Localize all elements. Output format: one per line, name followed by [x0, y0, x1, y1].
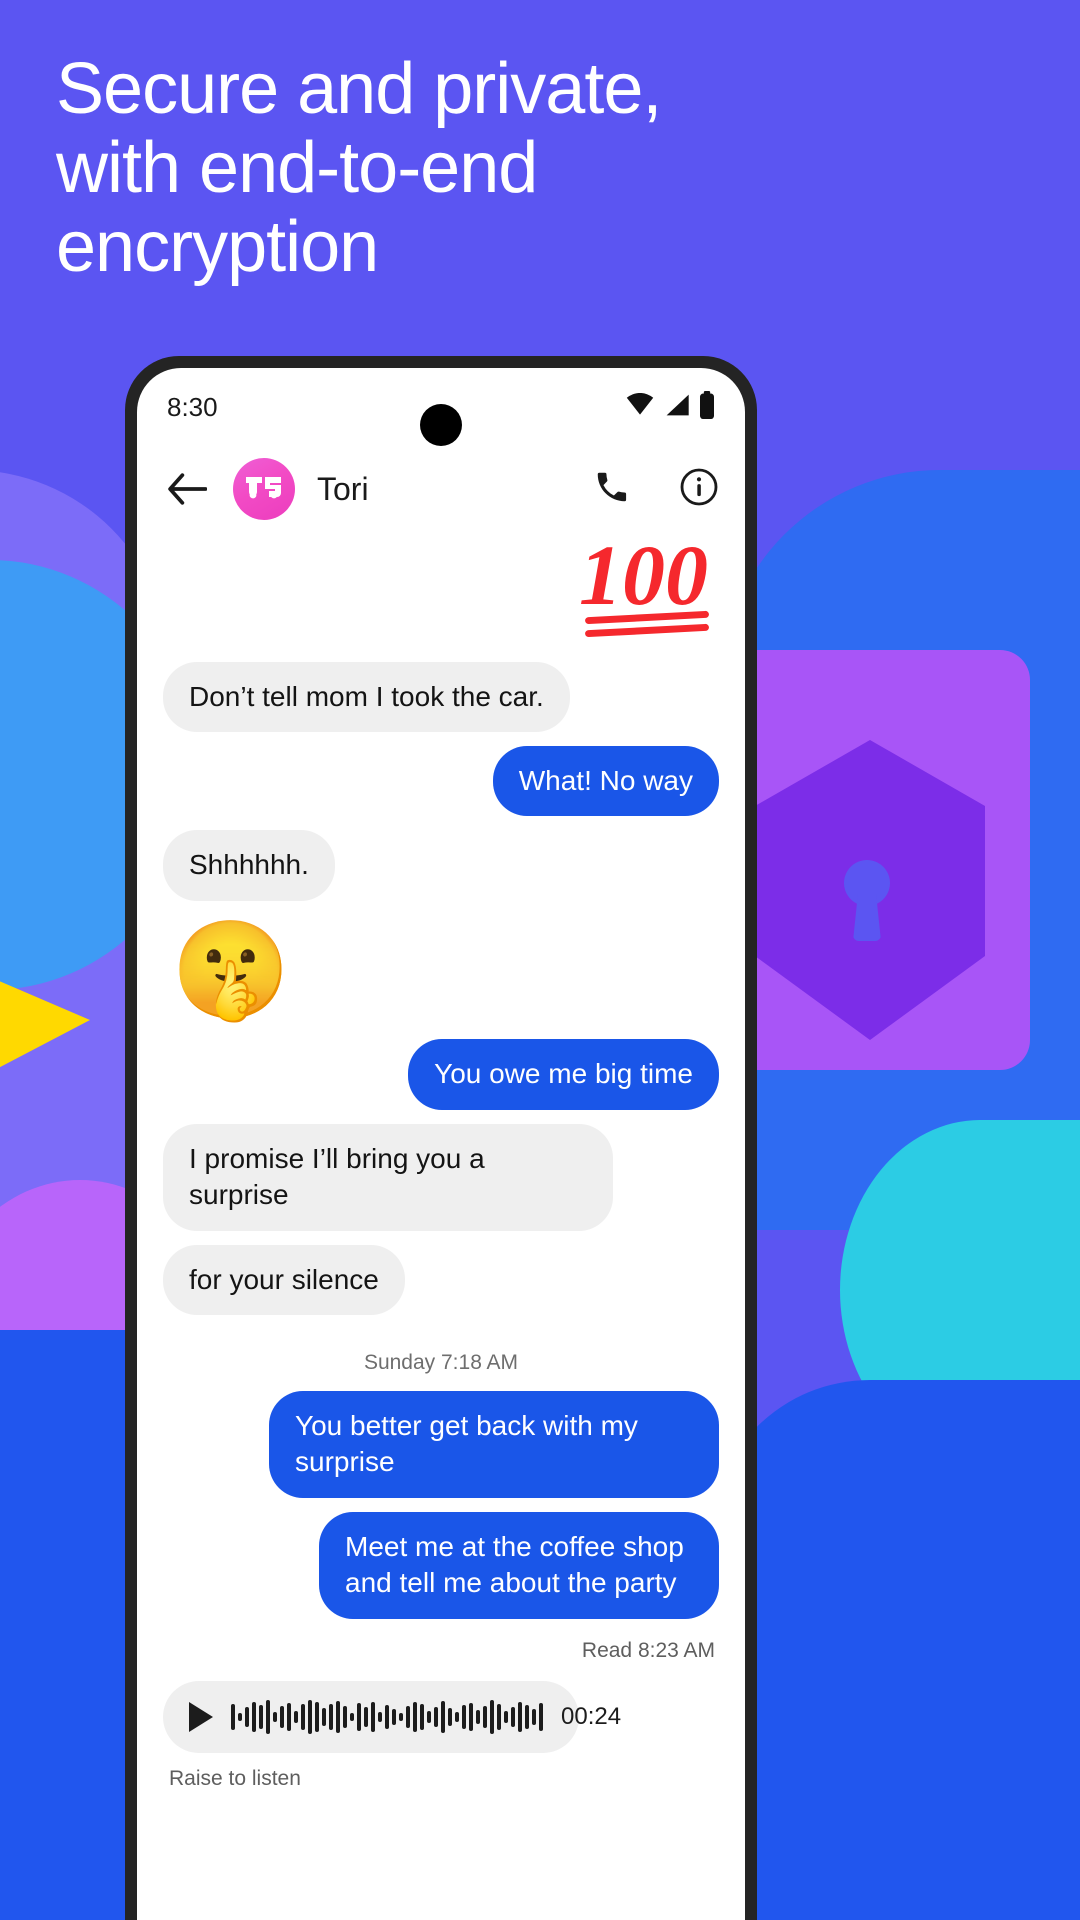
- message-bubble-received: Don’t tell mom I took the car.: [163, 661, 570, 732]
- message-row[interactable]: I promise I’ll bring you a surprise: [163, 1123, 719, 1231]
- avatar-monogram-icon: [246, 477, 281, 499]
- phone-icon[interactable]: [593, 468, 631, 511]
- message-bubble-sent: You owe me big time: [408, 1039, 719, 1110]
- conversation-header: Tori: [137, 446, 745, 532]
- message-row[interactable]: Meet me at the coffee shop and tell me a…: [163, 1511, 719, 1619]
- message-row[interactable]: for your silence: [163, 1244, 719, 1316]
- message-bubble-received: I promise I’ll bring you a surprise: [163, 1123, 613, 1231]
- back-arrow-icon: [168, 473, 207, 505]
- page-title: Secure and private, with end-to-end encr…: [56, 49, 662, 288]
- voice-duration: 00:24: [561, 1702, 622, 1730]
- raise-to-listen-hint: Raise to listen: [169, 1766, 301, 1790]
- svg-text:100: 100: [579, 532, 708, 623]
- message-row[interactable]: Don’t tell mom I took the car.: [163, 661, 719, 732]
- info-icon[interactable]: [679, 467, 719, 512]
- phone-screen: 8:30 Tori 100 Don’t tell mom I took the …: [137, 368, 745, 1920]
- message-row[interactable]: You better get back with my surprise: [163, 1391, 719, 1498]
- avatar[interactable]: [233, 458, 295, 520]
- play-button[interactable]: [189, 1701, 213, 1732]
- message-row[interactable]: What! No way: [163, 745, 719, 817]
- hundred-points-emoji: 100: [579, 527, 719, 658]
- header-actions: [593, 467, 719, 512]
- timestamp-divider: Sunday 7:18 AM: [363, 1351, 519, 1375]
- shushing-face-emoji: 🤫: [171, 916, 291, 1024]
- voice-message-player[interactable]: 00:24: [163, 1680, 621, 1753]
- status-time: 8:30: [167, 391, 218, 422]
- voice-message-row[interactable]: 00:24: [163, 1680, 719, 1753]
- message-row[interactable]: You owe me big time: [163, 1039, 719, 1110]
- wifi-icon: [625, 392, 655, 422]
- read-receipt: Read 8:23 AM: [581, 1638, 715, 1662]
- message-row[interactable]: 🤫: [171, 916, 719, 1024]
- status-bar: 8:30: [137, 368, 745, 446]
- cellular-signal-icon: [664, 393, 690, 422]
- bg-shape-blue-bottom-right: [710, 1380, 1080, 1920]
- message-thread: 100 Don’t tell mom I took the car. What!…: [137, 527, 745, 1791]
- message-bubble-sent: Meet me at the coffee shop and tell me a…: [319, 1511, 719, 1619]
- status-icons: [625, 390, 715, 424]
- waveform[interactable]: [231, 1697, 543, 1737]
- contact-name[interactable]: Tori: [317, 471, 369, 508]
- message-bubble-sent: What! No way: [492, 745, 719, 817]
- phone-mockup: 8:30 Tori 100 Don’t tell mom I took the …: [125, 356, 757, 1920]
- message-row[interactable]: Shhhhhh.: [163, 830, 719, 901]
- message-bubble-received: Shhhhhh.: [163, 830, 335, 901]
- message-bubble-received: for your silence: [163, 1244, 405, 1316]
- back-button[interactable]: [163, 465, 211, 513]
- battery-icon: [699, 390, 715, 424]
- camera-punch-hole: [420, 404, 462, 446]
- message-bubble-sent: You better get back with my surprise: [269, 1391, 719, 1498]
- message-row[interactable]: 100: [163, 527, 719, 658]
